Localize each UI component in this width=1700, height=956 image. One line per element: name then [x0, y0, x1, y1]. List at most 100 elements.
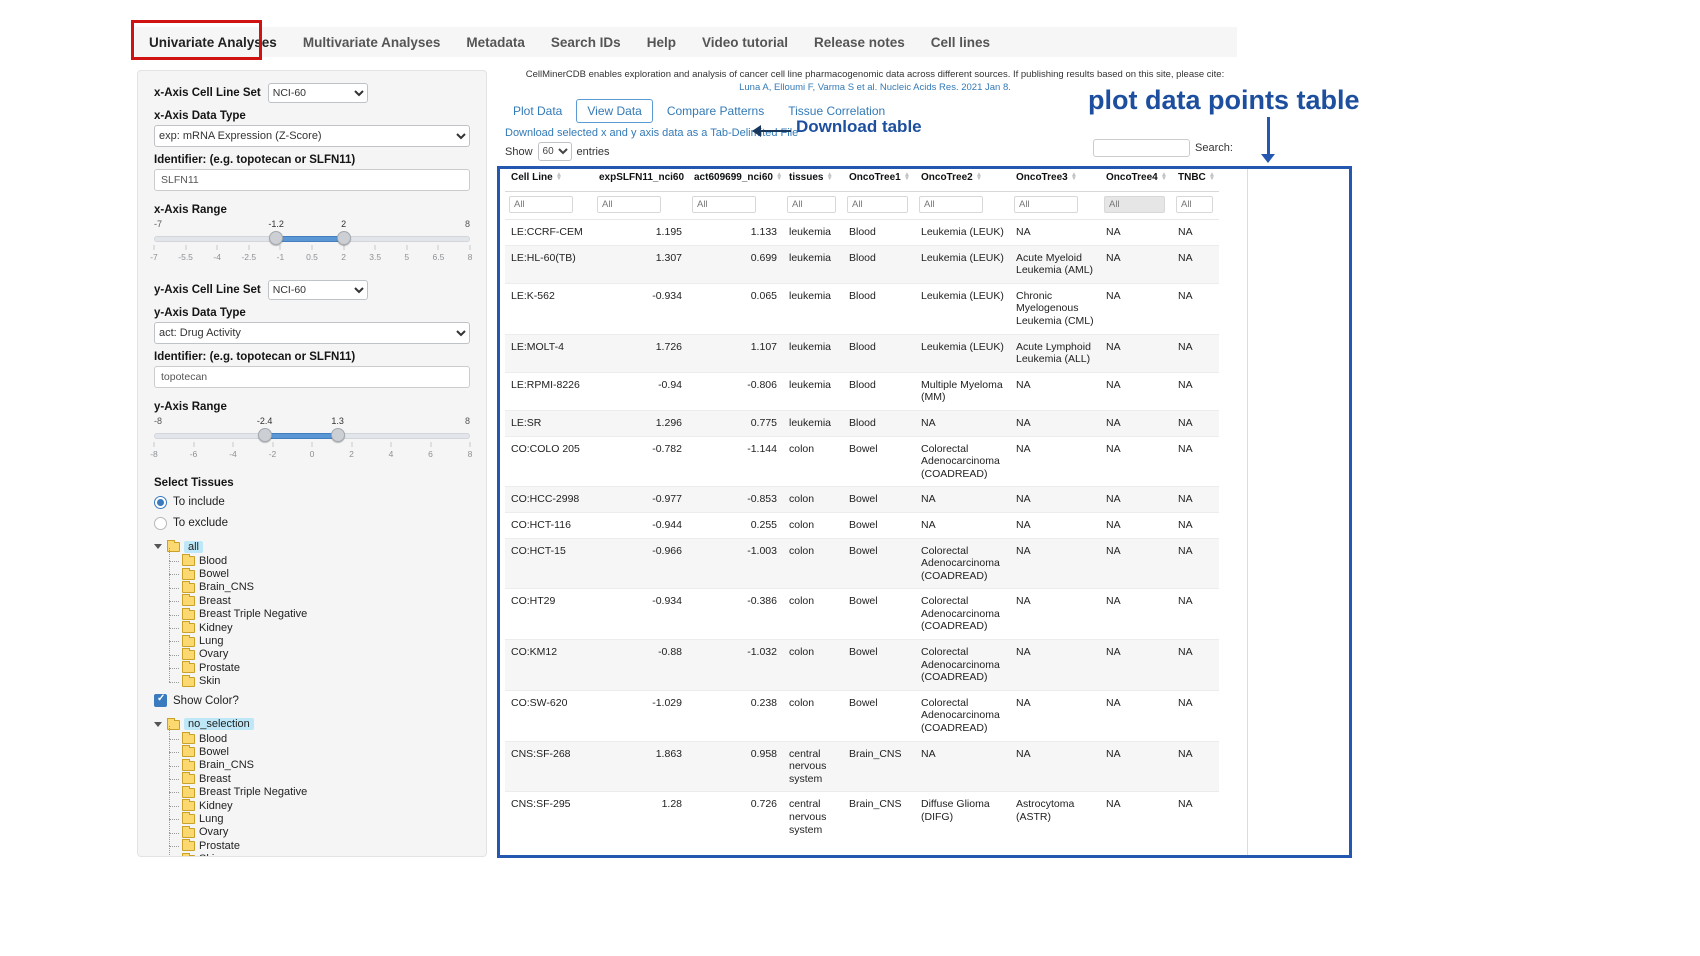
tree-node-blood[interactable]: Blood: [166, 554, 470, 567]
sort-icon[interactable]: ▲▼: [776, 173, 782, 182]
tree-node-kidney[interactable]: Kidney: [166, 799, 470, 812]
show-color-checkbox[interactable]: Show Color?: [154, 693, 470, 709]
cell: LE:RPMI-8226: [505, 372, 593, 410]
tree-node-bowel[interactable]: Bowel: [166, 745, 470, 758]
tree-node-breast[interactable]: Breast: [166, 772, 470, 785]
tree-node-bowel[interactable]: Bowel: [166, 567, 470, 580]
tree-node-breast-triple-negative[interactable]: Breast Triple Negative: [166, 608, 470, 621]
tree-node-breast[interactable]: Breast: [166, 594, 470, 607]
nav-item-metadata[interactable]: Metadata: [466, 35, 525, 50]
tree-node-prostate[interactable]: Prostate: [166, 661, 470, 674]
tab-view-data[interactable]: View Data: [576, 99, 652, 123]
tree-expander-icon[interactable]: [154, 722, 162, 727]
slider-handle-from[interactable]: [258, 428, 272, 442]
tab-plot-data[interactable]: Plot Data: [503, 100, 572, 122]
column-header-cell-line[interactable]: Cell Line▲▼: [505, 165, 593, 192]
nav-item-cell-lines[interactable]: Cell lines: [931, 35, 990, 50]
nav-item-video-tutorial[interactable]: Video tutorial: [702, 35, 788, 50]
sort-icon[interactable]: ▲▼: [1071, 173, 1077, 182]
column-header-expslfn11-nci60[interactable]: expSLFN11_nci60▲▼: [593, 165, 688, 192]
filter-input-expslfn11-nci60[interactable]: [597, 196, 661, 213]
table-row[interactable]: CNS:SF-2951.280.726central nervous syste…: [505, 792, 1219, 842]
filter-input-oncotree1[interactable]: [847, 196, 908, 213]
tree-node-lung[interactable]: Lung: [166, 812, 470, 825]
show-entries-control: Show 60 entries: [505, 142, 610, 161]
table-row[interactable]: CO:COLO 205-0.782-1.144colonBowelColorec…: [505, 436, 1219, 487]
sort-icon[interactable]: ▲▼: [826, 173, 832, 182]
filter-input-tnbc[interactable]: [1176, 196, 1213, 213]
cell: NA: [1100, 690, 1172, 741]
filter-input-oncotree4[interactable]: [1104, 196, 1165, 213]
nav-item-release-notes[interactable]: Release notes: [814, 35, 905, 50]
table-row[interactable]: LE:SR1.2960.775leukemiaBloodNANANANA: [505, 410, 1219, 436]
filter-input-cell-line[interactable]: [509, 196, 573, 213]
table-row[interactable]: CO:KM12-0.88-1.032colonBowelColorectal A…: [505, 640, 1219, 691]
filter-input-tissues[interactable]: [787, 196, 836, 213]
nav-item-help[interactable]: Help: [647, 35, 676, 50]
table-row[interactable]: CO:HT29-0.934-0.386colonBowelColorectal …: [505, 589, 1219, 640]
tree-node-prostate[interactable]: Prostate: [166, 839, 470, 852]
table-row[interactable]: LE:MOLT-41.7261.107leukemiaBloodLeukemia…: [505, 334, 1219, 372]
table-row[interactable]: CO:HCC-2998-0.977-0.853colonBowelNANANAN…: [505, 487, 1219, 513]
column-header-oncotree1[interactable]: OncoTree1▲▼: [843, 165, 915, 192]
sort-icon[interactable]: ▲▼: [904, 173, 910, 182]
column-header-tnbc[interactable]: TNBC▲▼: [1172, 165, 1219, 192]
x-range-slider[interactable]: -7-1.228-7-5.5-4-2.5-10.523.556.58: [154, 219, 470, 267]
nav-item-search-ids[interactable]: Search IDs: [551, 35, 621, 50]
entries-select[interactable]: 60: [538, 142, 572, 161]
y-data-type-select[interactable]: act: Drug Activity: [154, 322, 470, 344]
table-row[interactable]: LE:CCRF-CEM1.1951.133leukemiaBloodLeukem…: [505, 220, 1219, 246]
slider-handle-to[interactable]: [331, 428, 345, 442]
tissues-include-radio[interactable]: To include: [154, 494, 470, 510]
filter-input-act609699-nci60[interactable]: [692, 196, 756, 213]
slider-handle-to[interactable]: [337, 231, 351, 245]
tree-node-blood[interactable]: Blood: [166, 732, 470, 745]
tree-node-kidney[interactable]: Kidney: [166, 621, 470, 634]
nav-item-multivariate-analyses[interactable]: Multivariate Analyses: [303, 35, 441, 50]
search-input[interactable]: [1093, 139, 1190, 157]
nav-item-univariate-analyses[interactable]: Univariate Analyses: [149, 35, 277, 50]
sort-icon[interactable]: ▲▼: [556, 173, 562, 182]
tree-node-skin[interactable]: Skin: [166, 852, 470, 857]
filter-input-oncotree2[interactable]: [919, 196, 983, 213]
table-row[interactable]: CO:HCT-15-0.966-1.003colonBowelColorecta…: [505, 538, 1219, 589]
tissues-exclude-radio[interactable]: To exclude: [154, 515, 470, 531]
cell: -0.94: [593, 372, 688, 410]
table-row[interactable]: CNS:SF-2681.8630.958central nervous syst…: [505, 741, 1219, 792]
column-header-tissues[interactable]: tissues▲▼: [783, 165, 843, 192]
tree-node-no-selection[interactable]: no_selection: [154, 717, 470, 732]
column-header-oncotree4[interactable]: OncoTree4▲▼: [1100, 165, 1172, 192]
y-identifier-input[interactable]: [154, 366, 470, 388]
tree-node-breast-triple-negative[interactable]: Breast Triple Negative: [166, 785, 470, 798]
sort-icon[interactable]: ▲▼: [687, 173, 688, 182]
tree-node-brain-cns[interactable]: Brain_CNS: [166, 581, 470, 594]
tree-node-skin[interactable]: Skin: [166, 675, 470, 688]
sort-icon[interactable]: ▲▼: [1161, 173, 1167, 182]
sort-icon[interactable]: ▲▼: [1209, 173, 1215, 182]
column-header-act609699-nci60[interactable]: act609699_nci60▲▼: [688, 165, 783, 192]
x-cell-line-set-select[interactable]: NCI-60: [268, 83, 368, 103]
folder-icon: [182, 855, 195, 857]
y-cell-line-set-select[interactable]: NCI-60: [268, 280, 368, 300]
tree-node-ovary[interactable]: Ovary: [166, 826, 470, 839]
tree-node-brain-cns[interactable]: Brain_CNS: [166, 759, 470, 772]
tab-compare-patterns[interactable]: Compare Patterns: [657, 100, 774, 122]
table-row[interactable]: CO:SW-620-1.0290.238colonBowelColorectal…: [505, 690, 1219, 741]
filter-input-oncotree3[interactable]: [1014, 196, 1078, 213]
tree-node-lung[interactable]: Lung: [166, 634, 470, 647]
slider-handle-from[interactable]: [269, 231, 283, 245]
tree-expander-icon[interactable]: [154, 544, 162, 549]
x-identifier-input[interactable]: [154, 169, 470, 191]
table-row[interactable]: CO:HCT-116-0.9440.255colonBowelNANANANA: [505, 512, 1219, 538]
table-row[interactable]: LE:RPMI-8226-0.94-0.806leukemiaBloodMult…: [505, 372, 1219, 410]
sort-icon[interactable]: ▲▼: [976, 173, 982, 182]
column-header-oncotree2[interactable]: OncoTree2▲▼: [915, 165, 1010, 192]
cell: 0.958: [688, 741, 783, 792]
table-row[interactable]: LE:K-562-0.9340.065leukemiaBloodLeukemia…: [505, 283, 1219, 334]
table-row[interactable]: LE:HL-60(TB)1.3070.699leukemiaBloodLeuke…: [505, 245, 1219, 283]
tree-node-ovary[interactable]: Ovary: [166, 648, 470, 661]
column-header-oncotree3[interactable]: OncoTree3▲▼: [1010, 165, 1100, 192]
tree-node-all[interactable]: all: [154, 539, 470, 554]
x-data-type-select[interactable]: exp: mRNA Expression (Z-Score): [154, 125, 470, 147]
y-range-slider[interactable]: -8-2.41.38-8-6-4-202468: [154, 416, 470, 464]
